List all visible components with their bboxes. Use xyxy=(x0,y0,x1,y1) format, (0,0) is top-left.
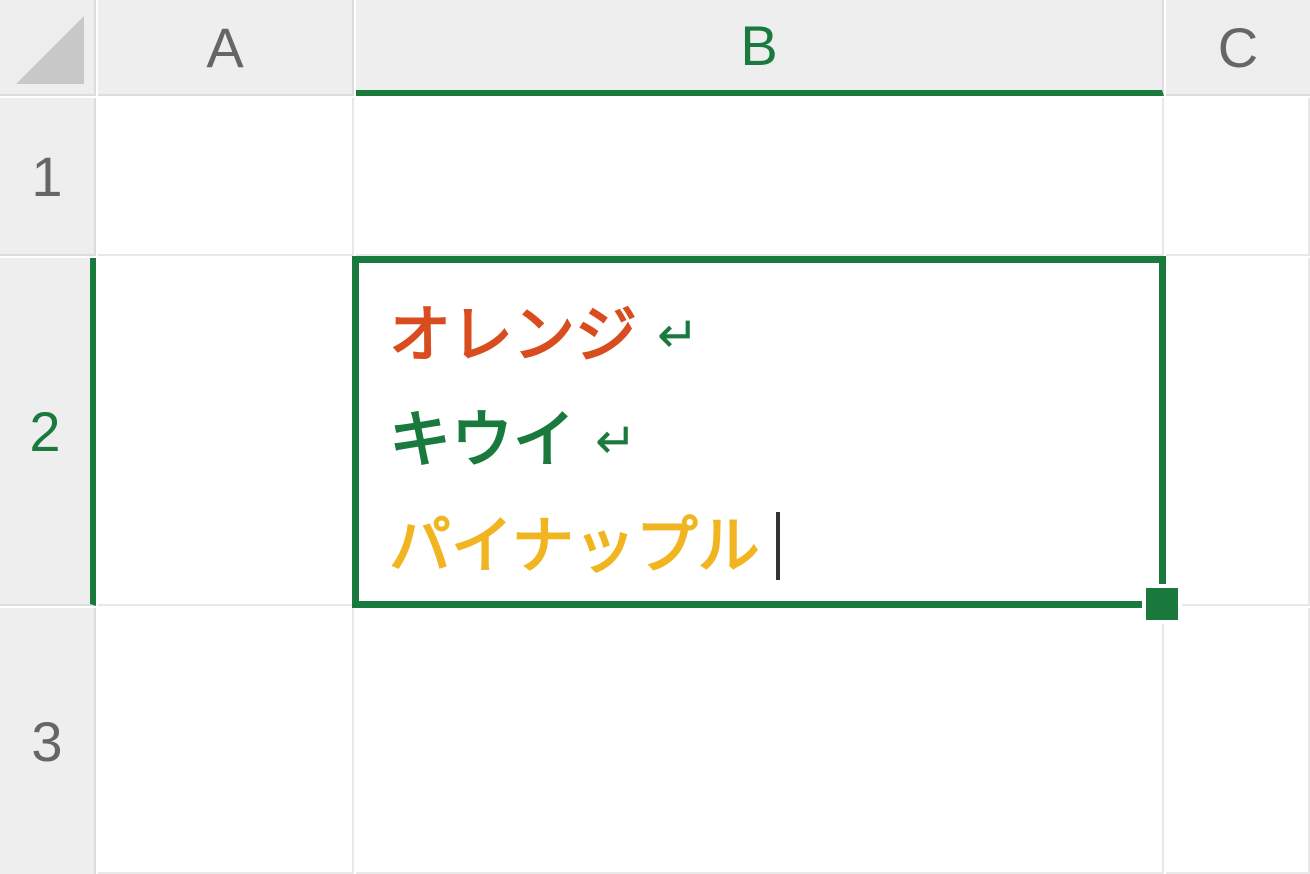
row-header-2[interactable]: 2 xyxy=(0,258,96,606)
select-all-triangle-icon xyxy=(16,16,84,84)
column-header-b[interactable]: B xyxy=(356,0,1164,96)
cell-c2[interactable] xyxy=(1166,258,1310,606)
cell-b3[interactable] xyxy=(356,608,1164,874)
cell-c3[interactable] xyxy=(1166,608,1310,874)
cell-line-2: キウイ ↵ xyxy=(389,388,1129,493)
cell-text-green: キウイ xyxy=(389,388,575,493)
line-break-icon: ↵ xyxy=(595,399,637,484)
spreadsheet-grid: A B C 1 2 3 オレンジ ↵ キウイ ↵ xyxy=(0,0,1310,874)
row-label: 1 xyxy=(31,144,62,209)
column-label: A xyxy=(206,15,243,80)
text-cursor xyxy=(776,512,780,580)
select-all-corner[interactable] xyxy=(0,0,96,96)
column-label: C xyxy=(1218,15,1258,80)
column-header-a[interactable]: A xyxy=(98,0,354,96)
cell-c1[interactable] xyxy=(1166,98,1310,256)
cell-a1[interactable] xyxy=(98,98,354,256)
cell-line-3: パイナップル xyxy=(389,494,1129,599)
cell-line-1: オレンジ ↵ xyxy=(389,283,1129,388)
cells-area: オレンジ ↵ キウイ ↵ パイナップル xyxy=(98,98,1310,874)
column-label: B xyxy=(740,13,777,78)
fill-handle[interactable] xyxy=(1142,584,1182,624)
row-label: 2 xyxy=(29,399,60,464)
cell-a3[interactable] xyxy=(98,608,354,874)
active-cell-b2[interactable]: オレンジ ↵ キウイ ↵ パイナップル xyxy=(352,256,1166,608)
cell-text-yellow: パイナップル xyxy=(389,494,760,599)
row-header-1[interactable]: 1 xyxy=(0,98,96,256)
cell-a2[interactable] xyxy=(98,258,354,606)
line-break-icon: ↵ xyxy=(657,293,699,378)
row-label: 3 xyxy=(31,709,62,774)
cell-text-orange: オレンジ xyxy=(389,283,637,388)
cell-b1[interactable] xyxy=(356,98,1164,256)
column-header-c[interactable]: C xyxy=(1166,0,1310,96)
row-header-3[interactable]: 3 xyxy=(0,608,96,874)
